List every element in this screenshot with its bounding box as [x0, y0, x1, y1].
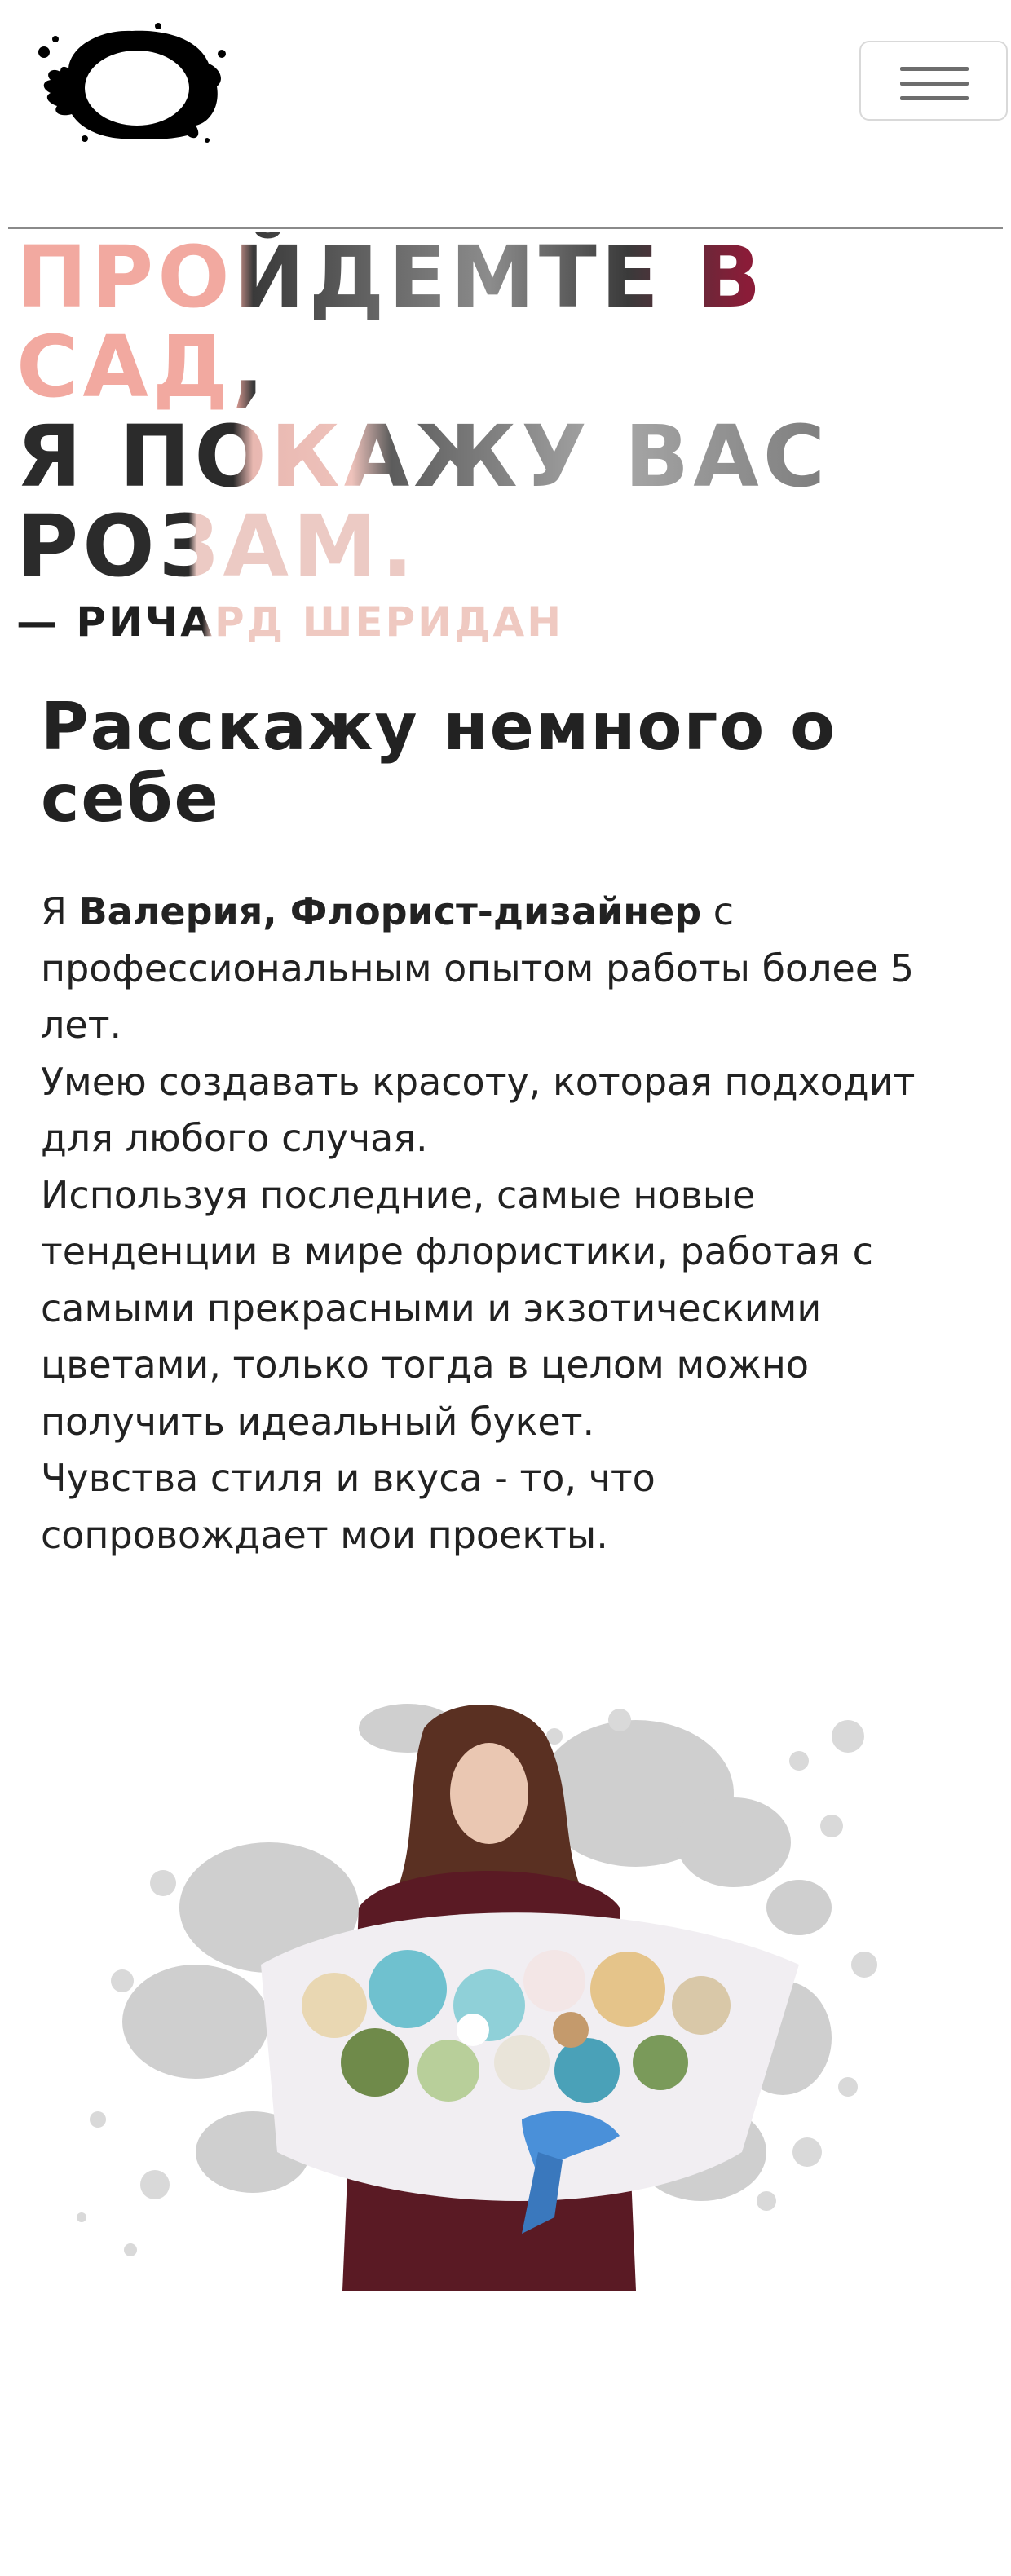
- about-paragraph-2: Умею создавать красоту, которая подходит…: [41, 1059, 916, 1161]
- quote-author: — РИЧАРД ШЕРИДАН: [16, 598, 564, 646]
- about-paragraph-1: Я Валерия, Флорист-дизайнер с профессион…: [41, 889, 915, 1047]
- quote-line-3: РОЗАМ.: [16, 496, 418, 596]
- about-section: Расскажу немного о себе Я Валерия, Флори…: [41, 691, 978, 1564]
- hero-quote: ПРОЙДЕМТЕ В САД, Я ПОКАЖУ ВАС РОЗАМ. — Р…: [16, 232, 1003, 646]
- ink-blot-logo-icon[interactable]: [36, 21, 228, 143]
- florist-name: Валерия, Флорист-дизайнер: [78, 889, 702, 933]
- menu-toggle-button[interactable]: [859, 41, 1008, 121]
- florist-with-bouquet-illustration: [77, 1704, 877, 2291]
- site-header: [0, 0, 1011, 163]
- about-text: Я Валерия, Флорист-дизайнер с профессион…: [41, 884, 938, 1564]
- about-paragraph-4: Чувства стиля и вкуса - то, что сопровож…: [41, 1456, 656, 1557]
- quote-line-2: Я ПОКАЖУ ВАС: [16, 412, 1003, 501]
- about-paragraph-3: Используя последние, самые новые тенденц…: [41, 1172, 873, 1444]
- quote-line-1: ПРОЙДЕМТЕ В САД,: [16, 232, 1003, 412]
- about-title: Расскажу немного о себе: [41, 689, 837, 836]
